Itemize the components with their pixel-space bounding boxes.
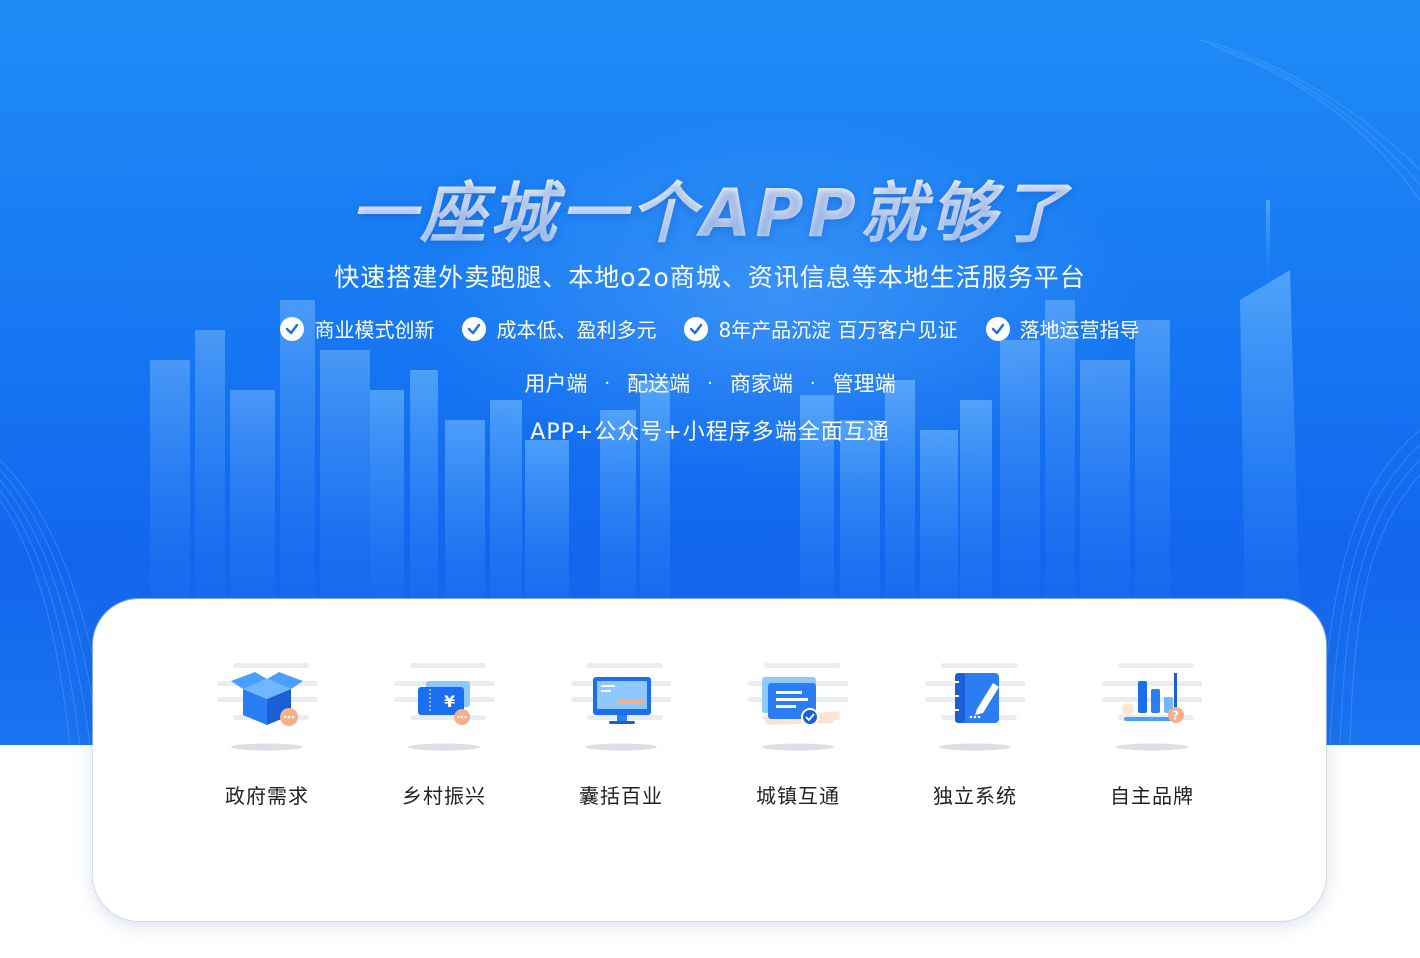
check-circle-icon (462, 316, 487, 341)
solution-label: 城镇互通 (756, 784, 840, 808)
page-title: 一座城一个APP就够了 (0, 160, 1420, 256)
ticket-icon: ¥ (394, 659, 494, 751)
monitor-icon (571, 659, 671, 751)
solution-item-government[interactable]: 政府需求 (217, 659, 317, 809)
solution-item-towns[interactable]: 城镇互通 (748, 659, 848, 809)
solution-label: 独立系统 (933, 784, 1017, 808)
separator-dot: · (707, 372, 713, 394)
svg-text:¥: ¥ (444, 692, 455, 711)
check-circle-icon (684, 316, 709, 341)
feature-item: 落地运营指导 (985, 314, 1140, 343)
multi-platform-text: APP+公众号+小程序多端全面互通 (530, 420, 890, 445)
notebook-pen-icon (925, 659, 1025, 751)
solution-label: 政府需求 (225, 784, 309, 808)
feature-label: 落地运营指导 (1019, 318, 1140, 342)
solution-item-industries[interactable]: 囊括百业 (571, 659, 671, 809)
feature-item: 商业模式创新 (280, 314, 434, 343)
page-subtitle: 快速搭建外卖跑腿、本地o2o商城、资讯信息等本地生活服务平台 (334, 263, 1086, 292)
endpoint-admin: 管理端 (832, 372, 896, 396)
feature-list: 商业模式创新 成本低、盈利多元 8年产品沉淀 百万客户见证 落地运营指导 (0, 314, 1420, 343)
solutions-card: 政府需求 ¥ 乡村振兴 囊括百业 城镇互通 独立系统 ? 自主品牌 (93, 599, 1326, 921)
separator-dot: · (604, 372, 611, 394)
svg-text:?: ? (1172, 709, 1179, 723)
document-icon (748, 659, 848, 751)
solution-label: 囊括百业 (579, 784, 663, 808)
feature-label: 成本低、盈利多元 (496, 318, 657, 342)
endpoint-list: 用户端 · 配送端 · 商家端 · 管理端 (0, 368, 1420, 398)
feature-item: 成本低、盈利多元 (462, 314, 656, 343)
bar-chart-icon: ? (1102, 659, 1202, 751)
separator-dot: · (809, 372, 816, 394)
endpoint-user: 用户端 (524, 372, 588, 396)
solution-label: 自主品牌 (1110, 784, 1194, 808)
check-circle-icon (985, 316, 1010, 341)
box-icon (217, 659, 317, 751)
solution-item-brand[interactable]: ? 自主品牌 (1102, 659, 1202, 809)
check-circle-icon (280, 316, 305, 341)
endpoint-delivery: 配送端 (627, 372, 691, 396)
endpoint-merchant: 商家端 (729, 372, 793, 396)
feature-label: 商业模式创新 (314, 318, 435, 342)
feature-item: 8年产品沉淀 百万客户见证 (684, 314, 958, 343)
solution-label: 乡村振兴 (402, 784, 486, 808)
solutions-list: 政府需求 ¥ 乡村振兴 囊括百业 城镇互通 独立系统 ? 自主品牌 (93, 659, 1326, 809)
feature-label: 8年产品沉淀 百万客户见证 (718, 318, 958, 342)
solution-item-rural[interactable]: ¥ 乡村振兴 (394, 659, 494, 809)
solution-item-independent[interactable]: 独立系统 (925, 659, 1025, 809)
